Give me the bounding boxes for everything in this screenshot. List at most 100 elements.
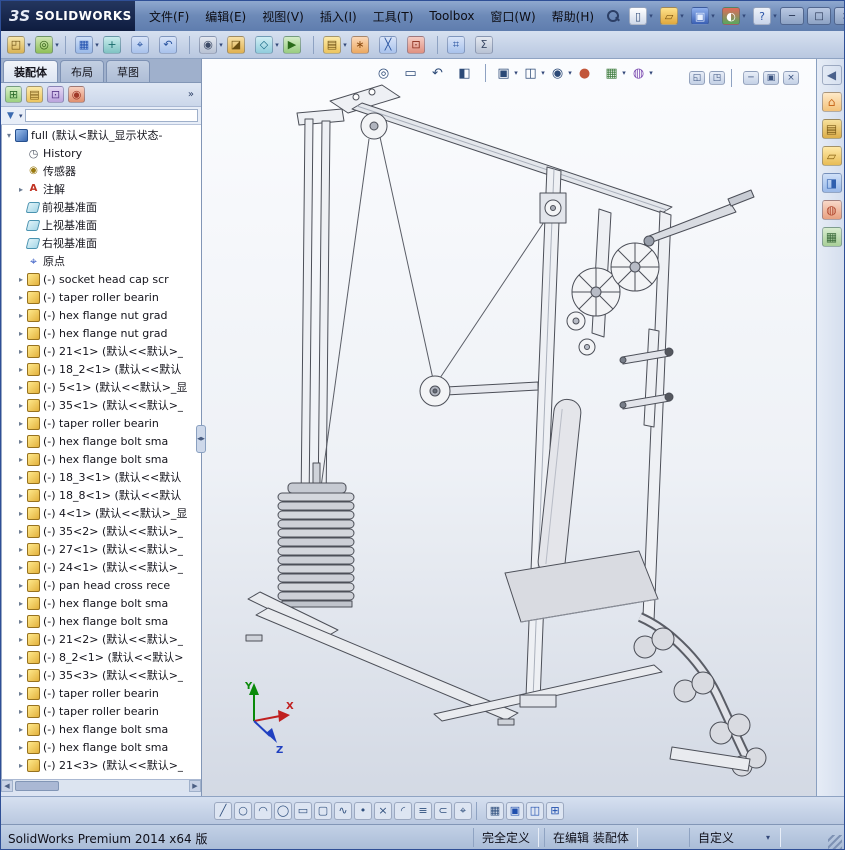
sketch-fillet-icon[interactable]: ◜	[394, 801, 412, 820]
tree-item[interactable]: (-) 21<1> (默认<<默认>_	[2, 342, 201, 360]
menu-item[interactable]: Toolbox	[421, 5, 482, 27]
appearances-icon[interactable]: ◍	[821, 200, 842, 220]
home-icon[interactable]: ⌂	[821, 92, 842, 112]
view-orientation-icon[interactable]: ▣	[495, 64, 520, 82]
menu-item[interactable]: 工具(T)	[365, 4, 422, 29]
zoom-fit-icon[interactable]: ◎	[375, 64, 400, 82]
viewport-single-icon[interactable]: ▣	[506, 801, 524, 820]
tree-item[interactable]: (-) socket head cap scr	[2, 270, 201, 288]
mate-icon[interactable]: ◎	[35, 35, 61, 54]
insert-components-icon[interactable]: ◰	[7, 35, 33, 54]
tree-item[interactable]: 注解	[2, 180, 201, 198]
menu-item[interactable]: 插入(I)	[312, 4, 365, 29]
window-close-button[interactable]: ×	[834, 7, 844, 25]
filter-icon[interactable]	[4, 109, 17, 122]
smart-fasteners-icon[interactable]: +	[103, 35, 129, 54]
scrollbar-thumb[interactable]	[15, 780, 59, 791]
tree-item[interactable]: 原点	[2, 252, 201, 270]
tree-item[interactable]: (-) hex flange bolt sma	[2, 432, 201, 450]
tree-item[interactable]: (-) 4<1> (默认<<默认>_显	[2, 504, 201, 522]
design-library-icon[interactable]: ▤	[821, 119, 842, 139]
tree-item[interactable]: (-) 18_8<1> (默认<<默认	[2, 486, 201, 504]
sketch-circle-icon[interactable]: ○	[234, 801, 252, 820]
scroll-right-icon[interactable]	[189, 779, 201, 792]
sketch-rectangle-icon[interactable]: ▭	[294, 801, 312, 820]
tree-item[interactable]: (-) hex flange bolt sma	[2, 612, 201, 630]
tree-item[interactable]: (-) 5<1> (默认<<默认>_显	[2, 378, 201, 396]
panel-splitter-handle[interactable]	[196, 425, 206, 453]
tree-item[interactable]: (-) 35<3> (默认<<默认>_	[2, 666, 201, 684]
command-tab[interactable]: 装配体	[3, 60, 58, 82]
propertymanager-tab-icon[interactable]: ▤	[26, 86, 43, 103]
view-settings-icon[interactable]: ◍	[630, 64, 655, 82]
sketch-convert-entities-icon[interactable]: ⊂	[434, 801, 452, 820]
tree-item[interactable]: (-) 21<2> (默认<<默认>_	[2, 630, 201, 648]
tree-item[interactable]: (-) 21<3> (默认<<默认>_	[2, 756, 201, 774]
tree-item[interactable]: (-) hex flange bolt sma	[2, 594, 201, 612]
sketch-trim-icon[interactable]: ×	[374, 801, 392, 820]
tree-item[interactable]: (-) taper roller bearin	[2, 414, 201, 432]
sketch-arc-icon[interactable]: ◠	[254, 801, 272, 820]
window-maximize-button[interactable]: □	[807, 7, 832, 25]
assembly-features-icon[interactable]: ◪	[227, 35, 253, 54]
apply-scene-icon[interactable]: ▦	[603, 64, 628, 82]
tree-item[interactable]: (-) hex flange bolt sma	[2, 720, 201, 738]
tree-item[interactable]: History	[2, 144, 201, 162]
configurationmanager-tab-icon[interactable]: ⊡	[47, 86, 64, 103]
tree-horizontal-scrollbar[interactable]	[1, 779, 201, 792]
window-minimize-button[interactable]: ─	[780, 7, 805, 25]
tree-item[interactable]: (-) 27<1> (默认<<默认>_	[2, 540, 201, 558]
search-icon[interactable]	[606, 9, 620, 23]
scroll-left-icon[interactable]	[1, 779, 13, 792]
mass-properties-icon[interactable]: Σ	[475, 35, 501, 54]
exploded-view-icon[interactable]: ∗	[351, 35, 377, 54]
doc-next-window-icon[interactable]: ◳	[709, 69, 725, 87]
filter-input[interactable]	[24, 109, 198, 122]
tree-item[interactable]: (-) pan head cross rece	[2, 576, 201, 594]
resize-grip[interactable]	[828, 835, 842, 849]
help-icon[interactable]: ?	[753, 7, 779, 25]
sketch-line-icon[interactable]: ╱	[214, 801, 232, 820]
grid-settings-icon[interactable]: ▦	[486, 801, 504, 820]
tree-item[interactable]: (-) 24<1> (默认<<默认>_	[2, 558, 201, 576]
menu-item[interactable]: 编辑(E)	[197, 4, 254, 29]
menu-item[interactable]: 视图(V)	[254, 4, 312, 29]
status-custom-dropdown[interactable]: 自定义	[689, 828, 781, 847]
tree-root[interactable]: full (默认<默认_显示状态-	[2, 126, 201, 144]
displaymanager-tab-icon[interactable]: ◉	[68, 86, 85, 103]
tree-item[interactable]: (-) hex flange bolt sma	[2, 738, 201, 756]
filter-dropdown-icon[interactable]	[19, 112, 23, 120]
tree-item[interactable]: (-) taper roller bearin	[2, 702, 201, 720]
show-hidden-components-icon[interactable]: ◉	[199, 35, 225, 54]
expand-panel-button[interactable]: »	[184, 87, 198, 102]
command-tab[interactable]: 草图	[106, 60, 150, 82]
viewport-two-view-icon[interactable]: ◫	[526, 801, 544, 820]
view-palette-icon[interactable]: ◨	[821, 173, 842, 193]
tree-item[interactable]: (-) 35<2> (默认<<默认>_	[2, 522, 201, 540]
menu-item[interactable]: 文件(F)	[141, 4, 197, 29]
sketch-slot-icon[interactable]: ▢	[314, 801, 332, 820]
sketch-spline-icon[interactable]: ∿	[334, 801, 352, 820]
measure-icon[interactable]: ⌗	[447, 35, 473, 54]
rotate-component-icon[interactable]: ↶	[159, 35, 185, 54]
doc-restore-icon[interactable]: ▣	[763, 69, 779, 87]
tree-item[interactable]: 上视基准面	[2, 216, 201, 234]
tree-item[interactable]: (-) taper roller bearin	[2, 684, 201, 702]
interference-detection-icon[interactable]: ⊡	[407, 35, 433, 54]
display-style-icon[interactable]: ◫	[522, 64, 547, 82]
sketch-offset-icon[interactable]: ≡	[414, 801, 432, 820]
command-tab[interactable]: 布局	[60, 60, 104, 82]
file-explorer-icon[interactable]: ▱	[821, 146, 842, 166]
task-pane-collapse-icon[interactable]: ◀	[821, 65, 842, 85]
tree-item[interactable]: (-) hex flange bolt sma	[2, 450, 201, 468]
reference-geometry-icon[interactable]: ◇	[255, 35, 281, 54]
options-icon[interactable]: ◐	[722, 7, 748, 25]
open-icon[interactable]: ▱	[660, 7, 686, 25]
save-icon[interactable]: ▣	[691, 7, 717, 25]
sketch-point-icon[interactable]: •	[354, 801, 372, 820]
bill-of-materials-icon[interactable]: ▤	[323, 35, 349, 54]
viewport-four-view-icon[interactable]: ⊞	[546, 801, 564, 820]
tree-item[interactable]: 前视基准面	[2, 198, 201, 216]
tree-item[interactable]: (-) 35<1> (默认<<默认>_	[2, 396, 201, 414]
explode-line-sketch-icon[interactable]: ╳	[379, 35, 405, 54]
